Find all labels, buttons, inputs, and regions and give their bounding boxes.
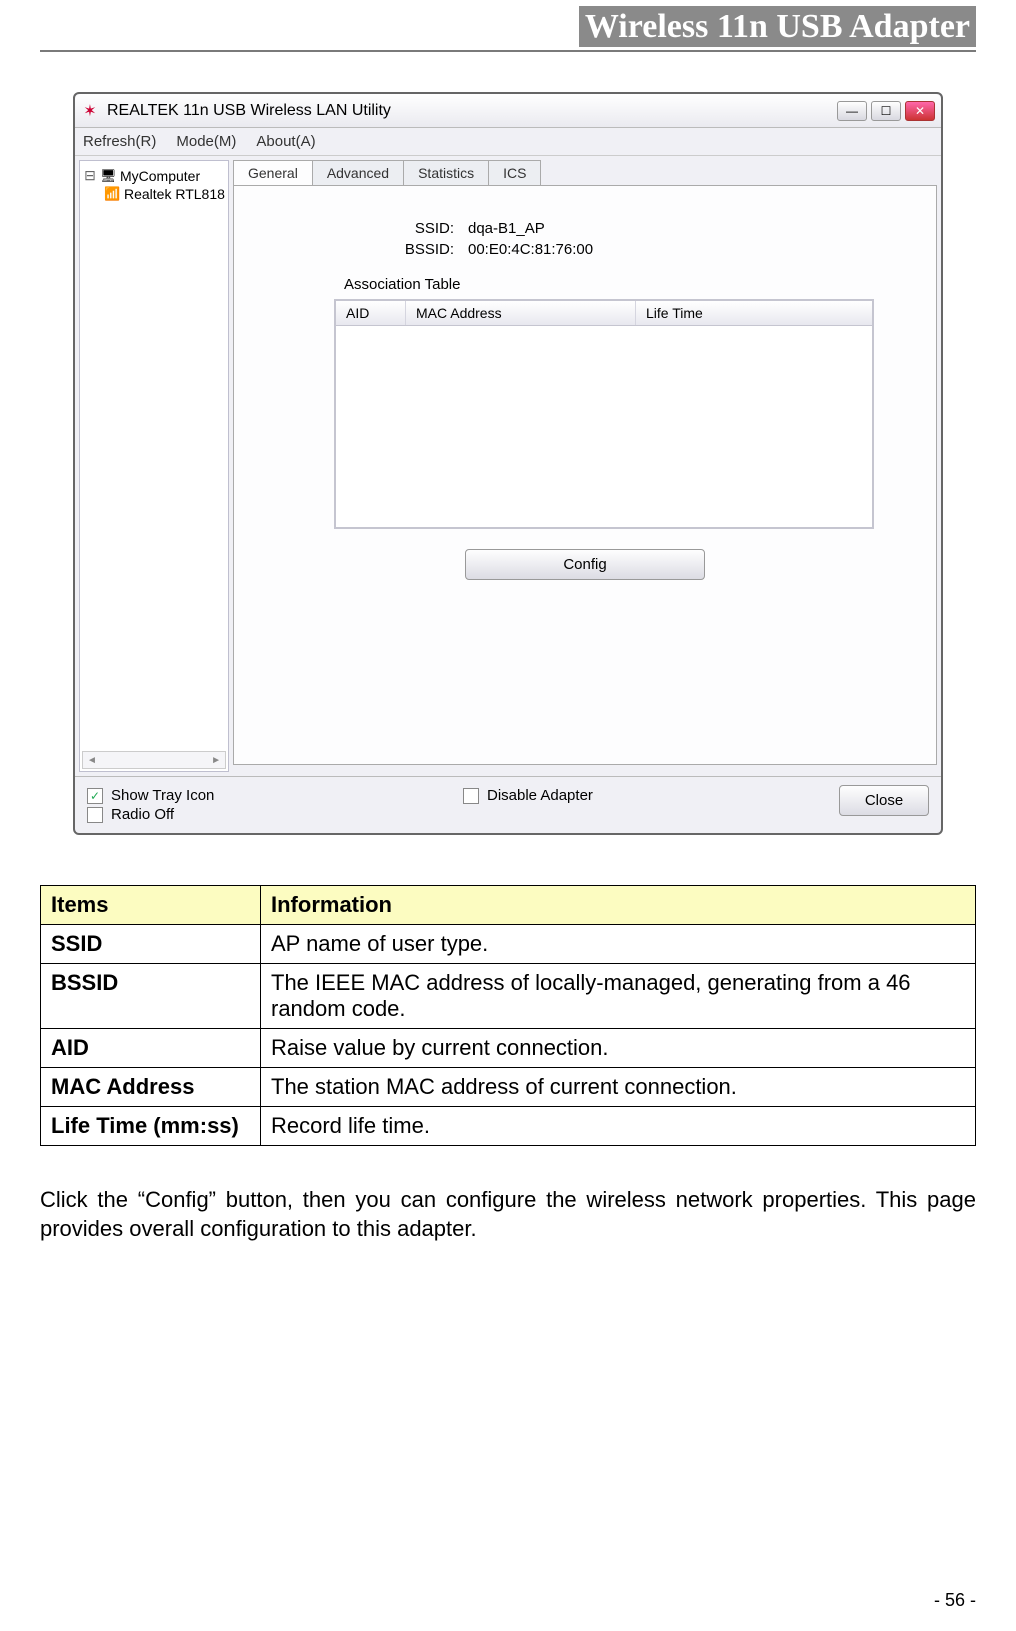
tab-statistics[interactable]: Statistics — [403, 160, 489, 185]
window-title: REALTEK 11n USB Wireless LAN Utility — [107, 102, 837, 120]
menu-about[interactable]: About(A) — [256, 133, 315, 150]
menu-refresh[interactable]: Refresh(R) — [83, 133, 156, 150]
col-mac[interactable]: MAC Address — [406, 301, 636, 325]
titlebar: ✶ REALTEK 11n USB Wireless LAN Utility —… — [75, 94, 941, 128]
tree-child-label: Realtek RTL818 — [124, 186, 225, 202]
row-mac-key: MAC Address — [41, 1068, 261, 1107]
bssid-value: 00:E0:4C:81:76:00 — [468, 241, 593, 258]
app-window: ✶ REALTEK 11n USB Wireless LAN Utility —… — [73, 92, 943, 835]
tree-child[interactable]: 📶 Realtek RTL818 — [104, 186, 224, 202]
assoc-table-label: Association Table — [344, 276, 916, 293]
row-mac-val: The station MAC address of current conne… — [261, 1068, 976, 1107]
row-aid-val: Raise value by current connection. — [261, 1029, 976, 1068]
page-number: - 56 - — [934, 1590, 976, 1611]
ssid-value: dqa-B1_AP — [468, 220, 545, 237]
menubar: Refresh(R) Mode(M) About(A) — [75, 128, 941, 156]
close-button[interactable]: Close — [839, 785, 929, 816]
row-bssid-val: The IEEE MAC address of locally-managed,… — [261, 964, 976, 1029]
ssid-label: SSID: — [384, 220, 454, 237]
tab-advanced[interactable]: Advanced — [312, 160, 404, 185]
info-table: Items Information SSID AP name of user t… — [40, 885, 976, 1146]
row-ssid-val: AP name of user type. — [261, 925, 976, 964]
table-row: BSSID The IEEE MAC address of locally-ma… — [41, 964, 976, 1029]
close-window-button[interactable]: ✕ — [905, 101, 935, 121]
page-header: Wireless 11n USB Adapter — [40, 0, 976, 52]
config-button[interactable]: Config — [465, 549, 705, 580]
scroll-left-icon[interactable]: ◄ — [87, 755, 97, 766]
row-ssid-key: SSID — [41, 925, 261, 964]
info-head-items: Items — [41, 886, 261, 925]
table-row: Life Time (mm:ss) Record life time. — [41, 1107, 976, 1146]
app-icon: ✶ — [81, 102, 99, 120]
table-row: SSID AP name of user type. — [41, 925, 976, 964]
disable-adapter-checkbox[interactable] — [463, 788, 479, 804]
tree-toggle-icon[interactable]: ⊟ — [84, 167, 96, 184]
tree-scrollbar[interactable]: ◄ ► — [82, 751, 226, 769]
show-tray-label: Show Tray Icon — [111, 787, 214, 804]
tab-ics[interactable]: ICS — [488, 160, 541, 185]
radio-off-checkbox[interactable] — [87, 807, 103, 823]
tree-pane: ⊟ 🖥 MyComputer 📶 Realtek RTL818 ◄ ► — [79, 160, 229, 772]
col-life[interactable]: Life Time — [636, 301, 872, 325]
table-row: MAC Address The station MAC address of c… — [41, 1068, 976, 1107]
row-aid-key: AID — [41, 1029, 261, 1068]
info-head-information: Information — [261, 886, 976, 925]
content-pane: General Advanced Statistics ICS SSID: dq… — [233, 160, 937, 772]
row-bssid-key: BSSID — [41, 964, 261, 1029]
page-title: Wireless 11n USB Adapter — [579, 6, 976, 47]
disable-adapter-label: Disable Adapter — [487, 787, 593, 804]
menu-mode[interactable]: Mode(M) — [176, 133, 236, 150]
table-row: AID Raise value by current connection. — [41, 1029, 976, 1068]
bssid-label: BSSID: — [384, 241, 454, 258]
description-paragraph: Click the “Config” button, then you can … — [40, 1186, 976, 1243]
bottom-bar: ✓ Show Tray Icon Radio Off Disable Adapt… — [75, 776, 941, 833]
row-life-key: Life Time (mm:ss) — [41, 1107, 261, 1146]
tab-row: General Advanced Statistics ICS — [233, 160, 937, 185]
col-aid[interactable]: AID — [336, 301, 406, 325]
tab-general[interactable]: General — [233, 160, 313, 185]
row-life-val: Record life time. — [261, 1107, 976, 1146]
show-tray-checkbox[interactable]: ✓ — [87, 788, 103, 804]
minimize-button[interactable]: — — [837, 101, 867, 121]
maximize-button[interactable]: ☐ — [871, 101, 901, 121]
radio-off-label: Radio Off — [111, 806, 174, 823]
association-table: AID MAC Address Life Time — [334, 299, 874, 529]
tree-root[interactable]: ⊟ 🖥 MyComputer — [84, 167, 224, 184]
tree-root-label: MyComputer — [120, 168, 200, 184]
scroll-right-icon[interactable]: ► — [211, 755, 221, 766]
tab-body-general: SSID: dqa-B1_AP BSSID: 00:E0:4C:81:76:00… — [233, 185, 937, 765]
adapter-icon: 📶 — [104, 186, 120, 202]
computer-icon: 🖥 — [100, 168, 116, 184]
